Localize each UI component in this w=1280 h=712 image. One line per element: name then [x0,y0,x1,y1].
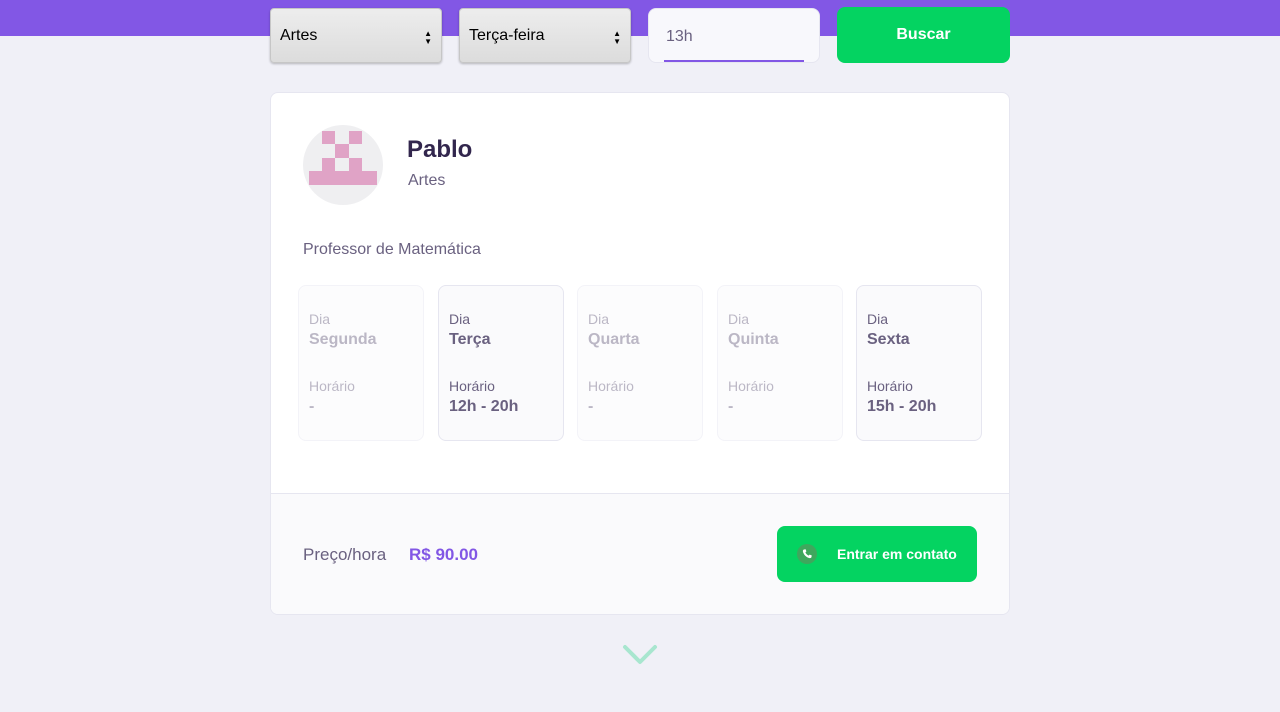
schedule-item-terca: Dia Terça Horário 12h - 20h [438,285,564,441]
time-label: Horário [867,378,913,394]
day-name: Segunda [309,331,377,348]
day-name: Quarta [588,331,640,348]
teacher-card: Pablo Artes Professor de Matemática Dia … [270,92,1010,615]
contact-button-label: Entrar em contato [837,546,957,562]
day-name: Terça [449,331,491,348]
day-label: Dia [309,311,331,327]
time-label: Horário [728,378,774,394]
subject-select[interactable]: Artes ▲ ▼ [270,8,442,63]
day-label: Dia [449,311,471,327]
contact-button[interactable]: Entrar em contato [777,526,977,582]
schedule-item-segunda: Dia Segunda Horário - [298,285,424,441]
search-filters: Artes ▲ ▼ Terça-feira ▲ ▼ 13h Buscar [270,7,1010,63]
schedule-item-quarta: Dia Quarta Horário - [577,285,703,441]
time-range: 12h - 20h [449,398,519,415]
day-label: Dia [867,311,889,327]
chevron-down-icon[interactable] [622,644,658,666]
day-name: Quinta [728,331,779,348]
card-footer: Preço/hora R$ 90.00 Entrar em contato [271,493,1009,614]
weekday-select-value: Terça-feira [469,27,545,44]
input-focus-underline [664,60,804,62]
subject-select-value: Artes [280,27,318,44]
teacher-name: Pablo [407,136,473,163]
time-range: - [309,398,315,415]
identicon-avatar [309,131,377,185]
time-range: 15h - 20h [867,398,937,415]
teacher-bio: Professor de Matemática [303,241,481,258]
price-label: Preço/hora [303,545,387,564]
time-range: - [728,398,734,415]
teacher-subject: Artes [408,172,446,189]
day-label: Dia [588,311,610,327]
avatar [303,125,383,205]
time-label: Horário [449,378,495,394]
time-range: - [588,398,594,415]
whatsapp-icon [797,544,817,564]
search-button[interactable]: Buscar [837,7,1010,63]
up-down-arrows-icon: ▲ ▼ [424,29,432,46]
schedule-item-sexta: Dia Sexta Horário 15h - 20h [856,285,982,441]
time-input[interactable]: 13h [648,8,820,63]
schedule-item-quinta: Dia Quinta Horário - [717,285,843,441]
weekday-select[interactable]: Terça-feira ▲ ▼ [459,8,631,63]
time-label: Horário [309,378,355,394]
up-down-arrows-icon: ▲ ▼ [613,29,621,46]
schedule-list: Dia Segunda Horário - Dia Terça Horário … [271,285,1009,441]
time-label: Horário [588,378,634,394]
day-name: Sexta [867,331,910,348]
price-value: R$ 90.00 [409,545,478,564]
time-input-value: 13h [666,28,693,45]
day-label: Dia [728,311,750,327]
